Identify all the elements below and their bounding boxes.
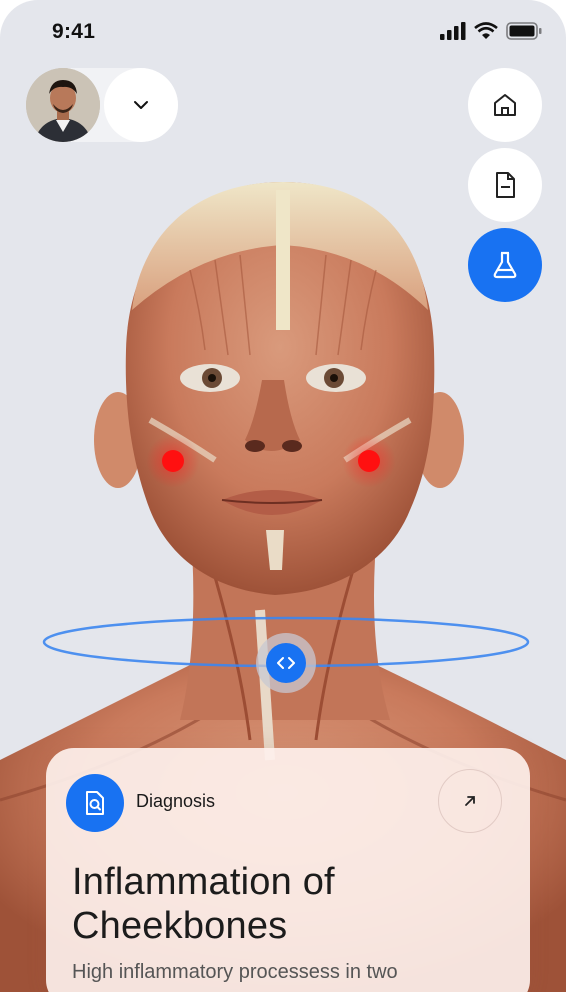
phone-screen: 9:41 Diagnosis Inflammation of Cheekbone… (0, 0, 566, 992)
home-button[interactable] (468, 68, 542, 142)
diagnosis-title: Inflammation of Cheekbones (72, 861, 335, 947)
wifi-icon (474, 22, 498, 39)
rotate-handle[interactable] (256, 633, 316, 693)
home-icon (494, 94, 516, 116)
status-icons (440, 22, 542, 40)
lab-button[interactable] (468, 228, 542, 302)
profile-selector[interactable] (26, 68, 178, 142)
diagnosis-label: Diagnosis (136, 791, 216, 811)
chevron-down-icon (134, 101, 148, 109)
profile-dropdown-button[interactable] (104, 68, 178, 142)
code-arrows-icon (277, 657, 295, 669)
diagnosis-badge (66, 774, 124, 832)
inflammation-marker-right[interactable] (342, 434, 396, 488)
battery-icon (506, 22, 542, 40)
document-button[interactable] (468, 148, 542, 222)
signal-icon (440, 22, 466, 40)
document-search-icon (86, 791, 104, 815)
arrow-up-right-icon (465, 796, 475, 806)
inflammation-marker-left[interactable] (146, 434, 200, 488)
document-icon (496, 172, 515, 198)
open-diagnosis-button[interactable] (438, 769, 502, 833)
flask-icon (493, 251, 517, 279)
avatar[interactable] (26, 68, 100, 142)
status-time: 9:41 (52, 20, 96, 43)
diagnosis-card[interactable]: Diagnosis Inflammation of Cheekbones Hig… (46, 748, 530, 992)
diagnosis-description: High inflammatory processess in two (72, 961, 398, 983)
